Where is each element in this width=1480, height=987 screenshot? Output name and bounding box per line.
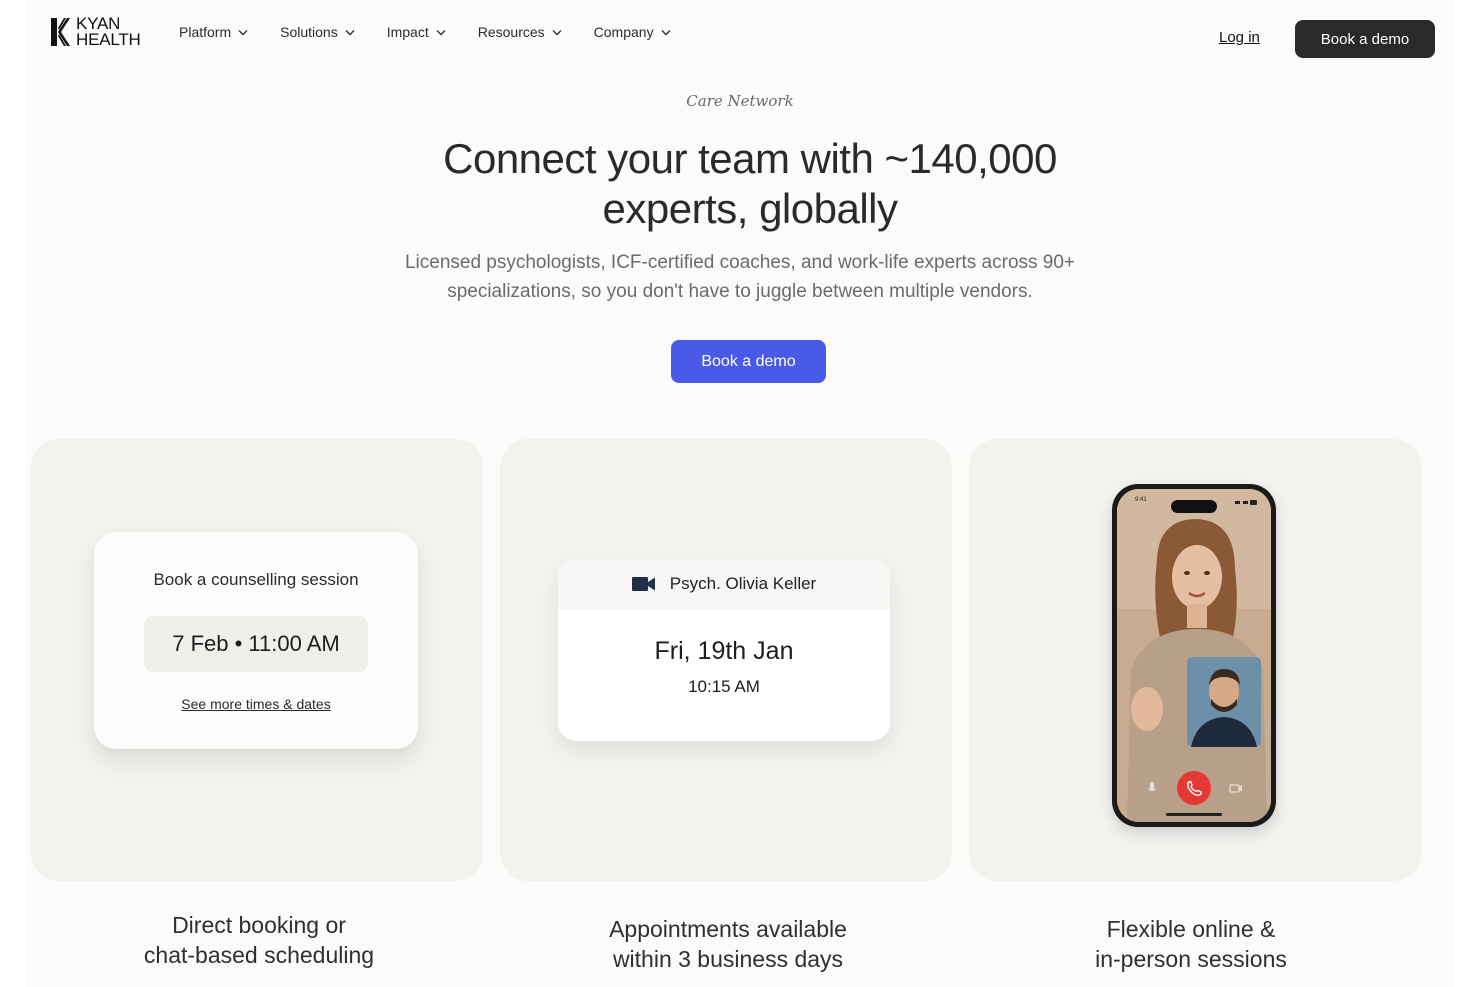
dynamic-island [1171,500,1217,513]
status-time: 9:41 [1135,497,1147,503]
booking-widget-title: Book a counselling session [153,570,359,589]
booking-caption: Direct booking or chat-based scheduling [33,910,485,970]
booking-widget: Book a counselling session 7 Feb • 11:00… [94,532,418,749]
booking-time-slot[interactable]: 7 Feb • 11:00 AM [144,616,368,672]
call-controls [1117,767,1271,807]
booking-caption-line2: chat-based scheduling [143,942,375,968]
hero-headline-line2: experts, globally [602,185,899,232]
phone-icon [1187,780,1202,796]
phone-status-bar: 9:41 [1117,497,1271,513]
nav-item-company[interactable]: Company [594,24,671,40]
nav-item-solutions[interactable]: Solutions [280,24,355,40]
hero-subheading: Licensed psychologists, ICF-certified co… [320,248,1160,306]
nav-item-resources[interactable]: Resources [478,24,562,40]
chevron-down-icon [661,29,671,35]
home-indicator [1166,813,1222,816]
chevron-down-icon [436,29,446,35]
brand-wordmark: KYAN HEALTH [76,15,141,49]
nav-menu: Platform Solutions Impact Resources Comp… [179,24,703,40]
hero-headline: Connect your team with ~140,000 experts,… [390,134,1110,234]
appointment-caption: Appointments available within 3 business… [502,914,954,974]
book-demo-button-nav[interactable]: Book a demo [1295,20,1435,58]
video-call-screen: 9:41 [1117,489,1271,822]
video-caption-line1: Flexible online & [1106,916,1276,942]
video-caption: Flexible online & in-person sessions [965,914,1417,974]
microphone-icon[interactable] [1145,781,1159,795]
video-caption-line2: in-person sessions [1095,946,1287,972]
booking-caption-line1: Direct booking or [172,912,346,938]
video-camera-icon [631,577,655,591]
self-view-video[interactable] [1187,657,1261,747]
section-eyebrow: Care Network [686,92,794,110]
nav-item-label: Impact [386,24,429,40]
booking-feature-card: Book a counselling session 7 Feb • 11:00… [31,439,483,881]
hang-up-button[interactable] [1177,771,1211,805]
login-link[interactable]: Log in [1219,29,1260,46]
appointment-time: 10:15 AM [688,677,760,696]
hero-headline-line1: Connect your team with ~140,000 [443,135,1057,182]
phone-mockup: 9:41 [1112,484,1276,827]
appointment-feature-card: Psych. Olivia Keller Fri, 19th Jan 10:15… [500,439,952,881]
appointment-caption-line1: Appointments available [609,916,847,942]
appointment-caption-line2: within 3 business days [612,946,844,972]
signal-battery-icon [1235,500,1257,505]
appointment-header: Psych. Olivia Keller [558,559,890,609]
nav-item-label: Platform [179,24,232,40]
video-session-feature-card: 9:41 [969,439,1421,881]
camera-toggle-icon[interactable] [1229,781,1243,795]
appointment-widget: Psych. Olivia Keller Fri, 19th Jan 10:15… [558,559,890,741]
nav-item-label: Company [593,24,654,40]
hero-sub-line1: Licensed psychologists, ICF-certified co… [404,252,1076,273]
brand-logo[interactable]: KYAN HEALTH [50,15,141,49]
book-demo-button-hero[interactable]: Book a demo [671,340,826,383]
nav-item-platform[interactable]: Platform [179,24,248,40]
appointment-expert-name: Psych. Olivia Keller [669,574,817,593]
more-times-link[interactable]: See more times & dates [94,696,418,712]
top-navigation: KYAN HEALTH Platform Solutions Impact Re… [0,0,1480,72]
self-view-person-image [1187,657,1261,747]
chevron-down-icon [345,29,355,35]
nav-item-label: Resources [477,24,545,40]
kyan-logo-icon [51,18,70,46]
hero-sub-line2: specializations, so you don't have to ju… [447,281,1033,302]
appointment-date: Fri, 19th Jan [654,637,794,665]
chevron-down-icon [552,29,562,35]
nav-item-label: Solutions [280,24,338,40]
brand-line2: HEALTH [76,30,141,49]
nav-item-impact[interactable]: Impact [387,24,446,40]
chevron-down-icon [238,29,248,35]
